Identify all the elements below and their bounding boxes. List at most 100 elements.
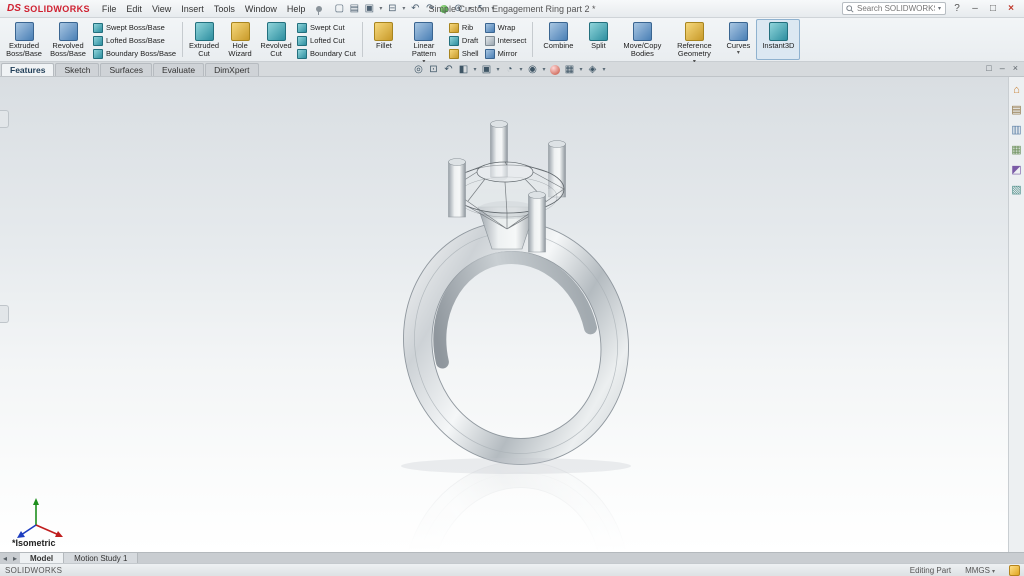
solidworks-resources-icon[interactable]: ⌂ (1013, 85, 1020, 96)
lofted-boss-label: Lofted Boss/Base (106, 36, 165, 45)
revolved-cut-button[interactable]: Revolved Cut (258, 19, 294, 60)
model-viewport[interactable]: *Isometric (0, 77, 1008, 552)
section-view-caret[interactable]: ▾ (472, 66, 478, 73)
view-palette-icon[interactable]: ▦ (1011, 145, 1021, 156)
move-copy-bodies-button[interactable]: Move/Copy Bodies (616, 19, 668, 60)
split-button[interactable]: Split (580, 19, 616, 60)
tab-dimxpert[interactable]: DimXpert (205, 63, 258, 76)
hole-wizard-button[interactable]: Hole Wizard (222, 19, 258, 60)
intersect-button[interactable]: Intersect (482, 34, 530, 47)
save-icon[interactable]: ▣ (362, 3, 376, 14)
menu-pin-icon[interactable] (316, 6, 322, 12)
wrap-label: Wrap (498, 23, 516, 32)
lofted-boss-button[interactable]: Lofted Boss/Base (90, 34, 179, 47)
swept-cut-button[interactable]: Swept Cut (294, 21, 359, 34)
doc-close-icon[interactable]: × (1013, 63, 1018, 73)
mirror-icon (485, 49, 495, 59)
display-style-caret[interactable]: ▾ (518, 66, 524, 73)
view-settings-caret[interactable]: ▾ (601, 66, 607, 73)
orientation-triad (14, 495, 66, 541)
shell-button[interactable]: Shell (446, 47, 482, 60)
custom-properties-icon[interactable]: ▧ (1011, 185, 1021, 196)
file-explorer-icon[interactable]: ▥ (1011, 125, 1021, 136)
apply-scene-icon[interactable]: ▦ (563, 64, 576, 75)
menu-file[interactable]: File (97, 3, 122, 15)
new-document-icon[interactable]: ▢ (332, 3, 346, 14)
tab-features[interactable]: Features (1, 63, 54, 76)
combine-button[interactable]: Combine (536, 19, 580, 60)
section-view-icon[interactable]: ◧ (457, 64, 470, 75)
hole-wizard-label: Hole Wizard (224, 42, 256, 59)
open-icon[interactable]: ▤ (347, 3, 361, 14)
tab-evaluate[interactable]: Evaluate (153, 63, 204, 76)
edit-appearance-icon[interactable] (550, 65, 560, 75)
menu-help[interactable]: Help (282, 3, 311, 15)
motion-study-tab[interactable]: Motion Study 1 (64, 553, 138, 564)
menu-view[interactable]: View (147, 3, 176, 15)
doc-minimize-icon[interactable]: – (1000, 63, 1005, 73)
help-search-box[interactable]: ▾ (842, 2, 946, 15)
mirror-button[interactable]: Mirror (482, 47, 530, 60)
panel-splitter-tab[interactable] (0, 305, 9, 323)
previous-view-icon[interactable]: ↶ (442, 64, 455, 75)
view-orientation-icon[interactable]: ▣ (480, 64, 493, 75)
appearances-scenes-icon[interactable]: ◩ (1011, 165, 1021, 176)
apply-scene-caret[interactable]: ▾ (578, 66, 584, 73)
tab-surfaces[interactable]: Surfaces (100, 63, 152, 76)
print-dropdown-caret[interactable]: ▾ (400, 5, 407, 12)
view-orientation-caret[interactable]: ▾ (495, 66, 501, 73)
print-icon[interactable]: ⊟ (385, 3, 399, 14)
search-input[interactable] (857, 4, 935, 13)
extruded-boss-icon (15, 22, 34, 41)
extruded-cut-button[interactable]: Extruded Cut (186, 19, 222, 60)
search-dropdown-caret[interactable]: ▾ (938, 5, 941, 12)
model-tab[interactable]: Model (20, 553, 64, 564)
boundary-cut-button[interactable]: Boundary Cut (294, 47, 359, 60)
undo-icon[interactable]: ↶ (408, 3, 422, 14)
save-dropdown-caret[interactable]: ▾ (377, 5, 384, 12)
fillet-button[interactable]: Fillet (366, 19, 402, 60)
feature-tree-flyout-tab[interactable] (0, 110, 9, 128)
window-close-button[interactable]: × (1004, 3, 1018, 14)
hide-show-items-icon[interactable]: ◉ (526, 64, 539, 75)
pattern-small-column-2: Wrap Intersect Mirror (482, 19, 530, 60)
draft-label: Draft (462, 36, 478, 45)
tab-scroll-left-icon[interactable]: ◂ (0, 554, 10, 563)
zoom-to-fit-icon[interactable]: ◎ (412, 64, 425, 75)
menu-window[interactable]: Window (240, 3, 282, 15)
window-minimize-button[interactable]: – (968, 3, 982, 14)
tab-scroll-right-icon[interactable]: ▸ (10, 554, 20, 563)
linear-pattern-button[interactable]: Linear Pattern ▾ (402, 19, 446, 60)
units-selector[interactable]: MMGS▾ (965, 566, 995, 575)
rib-button[interactable]: Rib (446, 21, 482, 34)
help-button[interactable]: ? (950, 3, 964, 14)
extruded-boss-button[interactable]: Extruded Boss/Base (2, 19, 46, 60)
window-maximize-button[interactable]: □ (986, 3, 1000, 14)
linear-pattern-label: Linear Pattern (404, 42, 444, 59)
wrap-button[interactable]: Wrap (482, 21, 530, 34)
ribbon-separator (362, 22, 363, 57)
lofted-cut-icon (297, 36, 307, 46)
reference-geometry-button[interactable]: Reference Geometry ▾ (668, 19, 720, 60)
notification-icon[interactable] (1009, 565, 1020, 576)
display-style-icon[interactable]: ◔ (503, 64, 516, 75)
swept-boss-button[interactable]: Swept Boss/Base (90, 21, 179, 34)
view-settings-icon[interactable]: ◈ (586, 64, 599, 75)
menu-insert[interactable]: Insert (176, 3, 209, 15)
design-library-icon[interactable]: ▤ (1011, 105, 1021, 116)
boundary-boss-button[interactable]: Boundary Boss/Base (90, 47, 179, 60)
revolved-boss-button[interactable]: Revolved Boss/Base (46, 19, 90, 60)
doc-restore-icon[interactable]: □ (986, 63, 991, 73)
revolved-boss-label: Revolved Boss/Base (48, 42, 88, 59)
zoom-to-area-icon[interactable]: ⊡ (427, 64, 440, 75)
curves-button[interactable]: Curves ▾ (720, 19, 756, 60)
tab-sketch[interactable]: Sketch (55, 63, 99, 76)
hide-show-items-caret[interactable]: ▾ (541, 66, 547, 73)
combine-label: Combine (543, 42, 573, 50)
menu-tools[interactable]: Tools (209, 3, 240, 15)
search-icon (846, 5, 854, 13)
menu-edit[interactable]: Edit (121, 3, 147, 15)
lofted-cut-button[interactable]: Lofted Cut (294, 34, 359, 47)
instant3d-button[interactable]: Instant3D (756, 19, 800, 60)
draft-button[interactable]: Draft (446, 34, 482, 47)
